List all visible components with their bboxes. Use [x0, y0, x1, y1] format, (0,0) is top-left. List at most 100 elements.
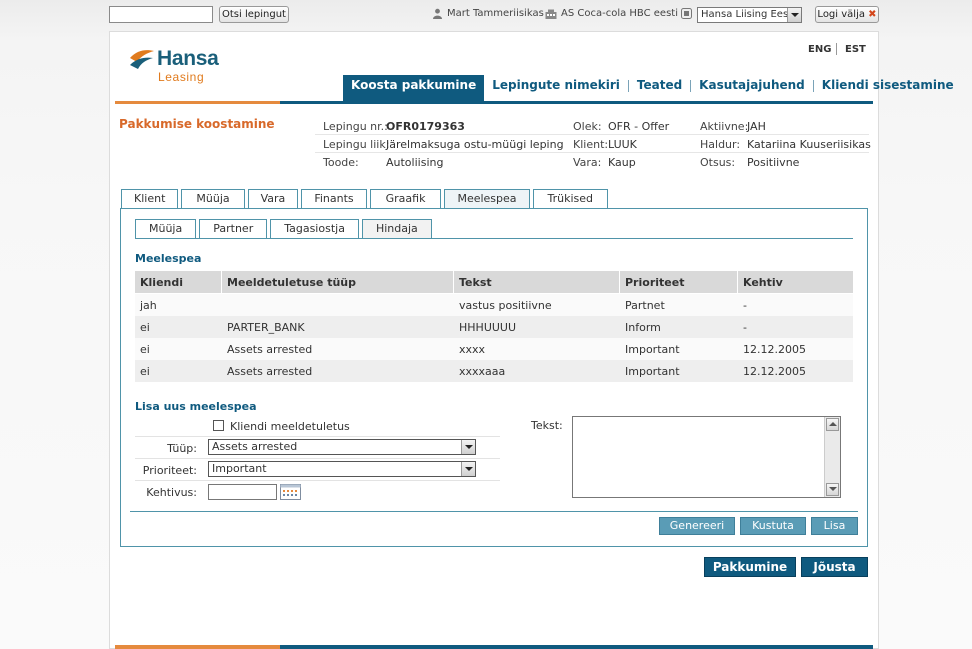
company-select[interactable]: Hansa Liising Eesti: [697, 7, 802, 23]
language-divider: [836, 43, 837, 55]
subtab-appraiser[interactable]: Hindaja: [361, 219, 432, 238]
decision-value: Positiivne: [747, 156, 800, 169]
user-name: Mart Tammeriisikas: [447, 8, 544, 19]
current-company: AS Coca-cola HBC eesti: [545, 8, 678, 19]
table-cell: Partnet: [625, 299, 665, 312]
search-contract-button[interactable]: Otsi lepingut: [219, 6, 289, 23]
logout-button[interactable]: Logi välja ✖: [815, 6, 879, 23]
chevron-down-icon[interactable]: [787, 8, 801, 22]
language-est[interactable]: EST: [845, 44, 866, 55]
subtab-rule: [135, 238, 853, 239]
client-reminder-label: Kliendi meeldetuletus: [230, 420, 350, 433]
table-cell: 12.12.2005: [743, 343, 806, 356]
delete-button[interactable]: Kustuta: [740, 517, 806, 535]
column-divider: [221, 271, 222, 293]
nav-user-guide[interactable]: Kasutajajuhend: [691, 75, 813, 101]
priority-select[interactable]: Important: [208, 461, 476, 477]
enforce-button[interactable]: Jõusta: [801, 557, 868, 577]
subtab-partner[interactable]: Partner: [199, 219, 268, 238]
nav-client-entry[interactable]: Kliendi sisestamine: [814, 75, 962, 101]
subtab-repurchaser[interactable]: Tagasiostja: [270, 219, 359, 238]
active-label: Aktiivne:: [700, 120, 749, 133]
form-row-divider: [135, 480, 500, 481]
table-row[interactable]: ei PARTER_BANK HHHUUUU Inform -: [135, 316, 853, 338]
text-label: Tekst:: [531, 419, 563, 432]
tab-client[interactable]: Klient: [121, 189, 179, 209]
reminders-title: Meelespea: [135, 252, 202, 265]
branch-icon: [681, 8, 692, 19]
priority-select-value: Important: [212, 462, 267, 475]
company-name: AS Coca-cola HBC eesti: [561, 8, 678, 19]
client-reminder-checkbox[interactable]: [213, 420, 224, 431]
contract-type-value: Järelmaksuga ostu-müügi leping: [386, 138, 564, 151]
tab-schedule[interactable]: Graafik: [369, 189, 442, 209]
scroll-up-icon[interactable]: [826, 418, 839, 431]
column-header-type: Meeldetuletuse tüüp: [227, 276, 357, 289]
table-cell: Important: [625, 365, 680, 378]
nav-contract-list[interactable]: Lepingute nimekiri: [484, 75, 628, 101]
asset-value: Kaup: [608, 156, 636, 169]
hansa-leasing-logo[interactable]: Hansa Leasing: [129, 46, 239, 86]
offer-button[interactable]: Pakkumine: [704, 557, 796, 577]
product-value: Autoliising: [386, 156, 444, 169]
info-row: Toode: Autoliising Vara: Kaup Otsus: Pos…: [315, 153, 869, 171]
table-cell: -: [743, 321, 747, 334]
scroll-down-icon[interactable]: [826, 483, 839, 496]
manager-value: Katariina Kuuseriisikas: [747, 138, 871, 151]
footer-rule-orange: [115, 645, 280, 649]
table-cell: Inform: [625, 321, 661, 334]
nav-create-offer[interactable]: Koosta pakkumine: [343, 75, 485, 101]
nav-rule-orange: [115, 101, 280, 104]
valid-date-input[interactable]: [208, 484, 277, 500]
table-cell: Assets arrested: [227, 365, 313, 378]
table-cell: vastus positiivne: [459, 299, 552, 312]
textarea-scrollbar[interactable]: [824, 417, 840, 497]
tab-seller[interactable]: Müüja: [181, 189, 245, 209]
table-cell: ei: [140, 365, 150, 378]
info-row: Lepingu liik: Järelmaksuga ostu-müügi le…: [315, 135, 871, 153]
column-header-valid: Kehtiv: [743, 276, 783, 289]
contract-number-value: OFR0179363: [386, 120, 465, 133]
column-divider: [737, 271, 738, 293]
sub-tabs: Müüja Partner Tagasiostja Hindaja: [135, 219, 435, 238]
logout-label: Logi välja: [817, 9, 865, 20]
calendar-icon[interactable]: [280, 484, 301, 500]
table-cell: ei: [140, 343, 150, 356]
subtab-seller[interactable]: Müüja: [135, 219, 197, 238]
chevron-down-icon[interactable]: [461, 440, 475, 454]
table-row[interactable]: jah vastus positiivne Partnet -: [135, 294, 853, 316]
reminder-text-area[interactable]: [572, 416, 841, 498]
form-row-divider: [135, 458, 500, 459]
type-label: Tüüp:: [167, 442, 197, 455]
language-eng[interactable]: ENG: [808, 44, 831, 55]
table-cell: ei: [140, 321, 150, 334]
nav-notices[interactable]: Teated: [629, 75, 690, 101]
form-divider: [130, 511, 858, 512]
contract-search-input[interactable]: [109, 6, 213, 23]
tab-asset[interactable]: Vara: [247, 189, 299, 209]
type-select[interactable]: Assets arrested: [208, 439, 476, 455]
add-button[interactable]: Lisa: [811, 517, 858, 535]
column-divider: [453, 271, 454, 293]
status-value: OFR - Offer: [608, 120, 670, 133]
table-cell: Assets arrested: [227, 343, 313, 356]
table-row[interactable]: ei Assets arrested xxxxaaa Important 12.…: [135, 360, 853, 382]
tab-prints[interactable]: Trükised: [532, 189, 609, 209]
current-user: Mart Tammeriisikas: [432, 8, 544, 19]
column-header-text: Tekst: [459, 276, 492, 289]
tab-finance[interactable]: Finants: [301, 189, 367, 209]
table-row[interactable]: ei Assets arrested xxxx Important 12.12.…: [135, 338, 853, 360]
logo-sub: Leasing: [158, 70, 205, 84]
active-value: JAH: [747, 120, 766, 133]
priority-label: Prioriteet:: [142, 464, 197, 477]
chevron-down-icon[interactable]: [461, 462, 475, 476]
manager-label: Haldur:: [700, 138, 741, 151]
main-nav: Koosta pakkumine Lepingute nimekiri Teat…: [343, 75, 962, 101]
logo-name: Hansa: [157, 47, 219, 70]
generate-button[interactable]: Genereeri: [659, 517, 735, 535]
main-tabs: Klient Müüja Vara Finants Graafik Meeles…: [121, 189, 611, 209]
asset-label: Vara:: [573, 156, 602, 169]
column-divider: [619, 271, 620, 293]
contract-number-label: Lepingu nr.:: [323, 120, 388, 133]
tab-reminders[interactable]: Meelespea: [444, 189, 530, 209]
